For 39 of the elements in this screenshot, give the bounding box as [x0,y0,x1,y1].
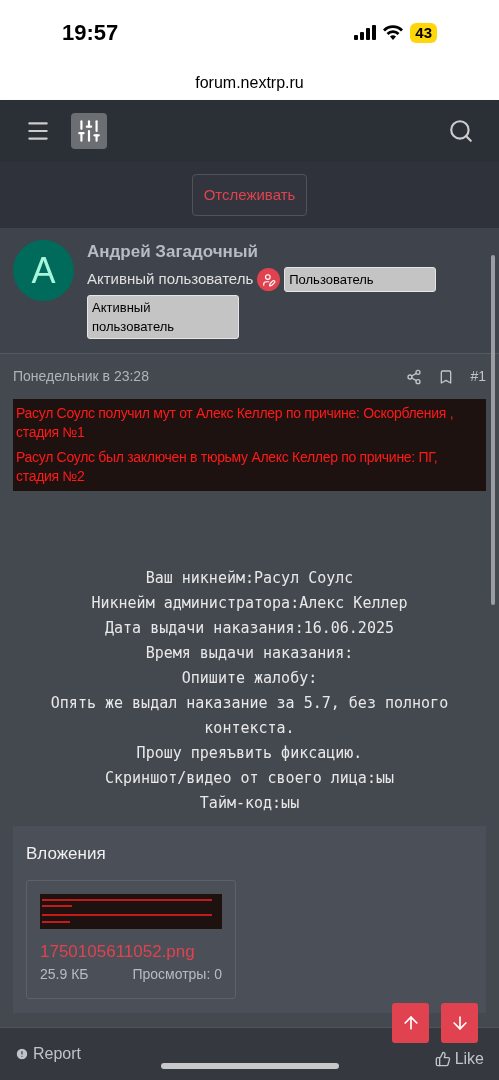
attachment-card[interactable]: 1750105611052.png 25.9 КБ Просмотры: 0 [26,879,236,999]
view-count: Просмотры: 0 [132,965,222,984]
signal-icon [354,25,377,40]
like-link[interactable]: Like [434,1047,484,1071]
post-text-line: Прошу преяъвить фиксацию. [135,743,364,764]
attachments-title: Вложения [26,843,107,865]
post-text-line: Тайм-код:ыы [198,793,301,814]
scrollbar[interactable] [491,255,495,605]
scroll-up-button[interactable] [392,1003,429,1043]
user-pen-icon [257,268,281,291]
file-size: 25.9 КБ [40,965,89,984]
post-text-line: Опишите жалобу: [180,668,319,689]
log-line: Расул Соулс получил мут от Алекс Келлер по причине: Оскорбления , стадия №1 [16,404,455,442]
post-text-line: Опять же выдал наказание за 5.7, без полного контекста. [49,693,450,739]
report-link[interactable]: Report [15,1042,82,1066]
user-title: Активный пользователь [87,269,254,290]
user-badge: Пользователь [284,267,437,292]
post-number[interactable]: #1 [470,366,486,387]
post-date[interactable]: Понедельник в 23:28 [13,366,407,387]
url-text[interactable]: forum.nextrp.ru [195,70,304,95]
follow-button[interactable]: Отслеживать [191,173,308,217]
log-line: Расул Соулс был заключен в тюрьму Алекс Келлер по причине: ПГ, стадия №2 [16,448,439,486]
thumbs-up-icon [434,1051,451,1067]
alert-icon [15,1047,29,1061]
battery-level: 43 [410,22,437,43]
share-icon[interactable] [406,368,423,385]
post-text-line: Скриншот/видео от своего лица:ыы [104,768,395,789]
post-text-line: Время выдачи наказания: [144,643,355,664]
post-text-line: Ваш никнейм:Расул Соулс [144,568,355,589]
avatar[interactable]: А [13,240,74,301]
search-icon[interactable] [448,118,474,144]
author-name[interactable]: Андрей Загадочный [87,240,467,264]
post-text-line: Дата выдачи наказания:16.06.2025 [104,618,395,639]
wifi-icon [383,25,404,40]
clock: 19:57 [62,19,119,47]
scroll-down-button[interactable] [441,1003,478,1043]
sliders-icon[interactable] [71,113,107,149]
user-badge: Активный пользователь [87,295,239,339]
post-text-line: Никнейм администратора:Алекс Келлер [90,593,409,614]
